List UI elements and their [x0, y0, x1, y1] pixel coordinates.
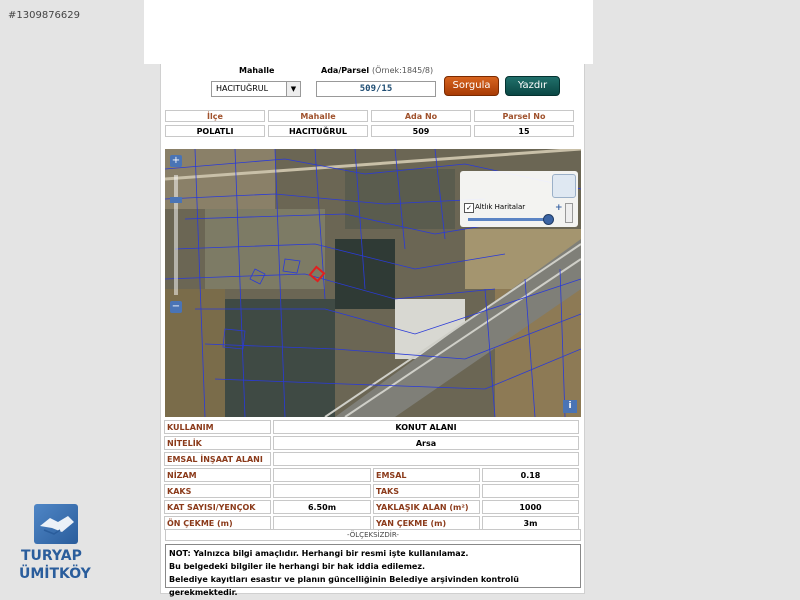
zoom-in-button[interactable]: + — [170, 155, 182, 167]
query-button[interactable]: Sorgula — [444, 76, 499, 96]
value-ada-no: 509 — [371, 125, 471, 137]
basemap-label: Altlık Haritalar — [475, 203, 526, 211]
note-line: NOT: Yalnızca bilgi amaçlıdır. Herhangi … — [169, 549, 469, 558]
header-parsel-no: Parsel No — [474, 110, 574, 122]
mahalle-select[interactable]: HACITUĞRUL ▼ — [211, 81, 301, 97]
kaks-value — [273, 484, 371, 498]
yaklasik-alan-label: YAKLAŞIK ALAN (m²) — [373, 500, 480, 514]
on-cekme-label: ÖN ÇEKME (m) — [164, 516, 271, 530]
basemap-checkbox[interactable]: ✓ — [464, 203, 474, 213]
kat-sayisi-value: 6.50m — [273, 500, 371, 514]
plus-icon[interactable]: + — [555, 203, 563, 213]
taks-value — [482, 484, 579, 498]
scale-note: -ÖLÇEKSİZDİR- — [165, 529, 581, 541]
chevron-down-icon[interactable]: ▼ — [286, 82, 300, 96]
satellite-map[interactable]: + − ✓ Altlık Haritalar + i — [165, 149, 581, 417]
value-ilce: POLATLI — [165, 125, 265, 137]
header-ilce: İlçe — [165, 110, 265, 122]
nitelik-label: NİTELİK — [164, 436, 271, 450]
value-parsel-no: 15 — [474, 125, 574, 137]
kaks-label: KAKS — [164, 484, 271, 498]
emsal-insaat-value — [273, 452, 579, 466]
nitelik-value: Arsa — [273, 436, 579, 450]
zoom-slider-handle[interactable] — [170, 197, 182, 203]
layers-icon[interactable] — [552, 174, 576, 198]
mahalle-label: Mahalle — [239, 66, 275, 75]
header-mahalle: Mahalle — [268, 110, 368, 122]
logo-text-umitkoy: ÜMİTKÖY — [19, 566, 91, 582]
layer-scrollbar[interactable] — [565, 203, 573, 223]
logo-text-turyap: TURYAP — [21, 548, 82, 564]
zoom-slider-track[interactable] — [174, 175, 178, 295]
ada-parsel-label: Ada/Parsel (Örnek:1845/8) — [321, 66, 434, 75]
handshake-icon — [34, 504, 78, 544]
value-mahalle: HACITUĞRUL — [268, 125, 368, 137]
note-line: Belediye kayıtları esastır ve planın gün… — [169, 575, 519, 597]
ada-parsel-input[interactable]: 509/15 — [316, 81, 436, 97]
zoom-out-button[interactable]: − — [170, 301, 182, 313]
disclaimer-notes: NOT: Yalnızca bilgi amaçlıdır. Herhangi … — [165, 544, 581, 597]
note-line: Bu belgedeki bilgiler ile herhangi bir h… — [169, 562, 426, 571]
emsal-value: 0.18 — [482, 468, 579, 482]
layer-switcher: ✓ Altlık Haritalar + — [460, 171, 578, 227]
yan-cekme-label: YAN ÇEKME (m) — [373, 516, 480, 530]
opacity-slider-handle[interactable] — [543, 214, 554, 225]
print-button[interactable]: Yazdır — [505, 76, 560, 96]
emsal-label: EMSAL — [373, 468, 480, 482]
kullanim-label: KULLANIM — [164, 420, 271, 434]
kat-sayisi-label: KAT SAYISI/YENÇOK — [164, 500, 271, 514]
header-ada-no: Ada No — [371, 110, 471, 122]
opacity-slider-track[interactable] — [468, 218, 553, 221]
yaklasik-alan-value: 1000 — [482, 500, 579, 514]
emsal-insaat-label: EMSAL İNŞAAT ALANI — [164, 452, 271, 466]
on-cekme-value — [273, 516, 371, 530]
kullanim-value: KONUT ALANI — [273, 420, 579, 434]
nizam-value — [273, 468, 371, 482]
yan-cekme-value: 3m — [482, 516, 579, 530]
top-blank-area — [144, 0, 593, 64]
info-button[interactable]: i — [563, 400, 577, 413]
taks-label: TAKS — [373, 484, 480, 498]
summary-table: İlçe Mahalle Ada No Parsel No POLATLI HA… — [162, 107, 577, 140]
nizam-label: NİZAM — [164, 468, 271, 482]
parcel-query-panel: Mahalle Ada/Parsel (Örnek:1845/8) HACITU… — [160, 64, 585, 597]
listing-id: #1309876629 — [8, 10, 81, 21]
details-table: KULLANIM KONUT ALANI NİTELİK Arsa EMSAL … — [162, 418, 581, 532]
